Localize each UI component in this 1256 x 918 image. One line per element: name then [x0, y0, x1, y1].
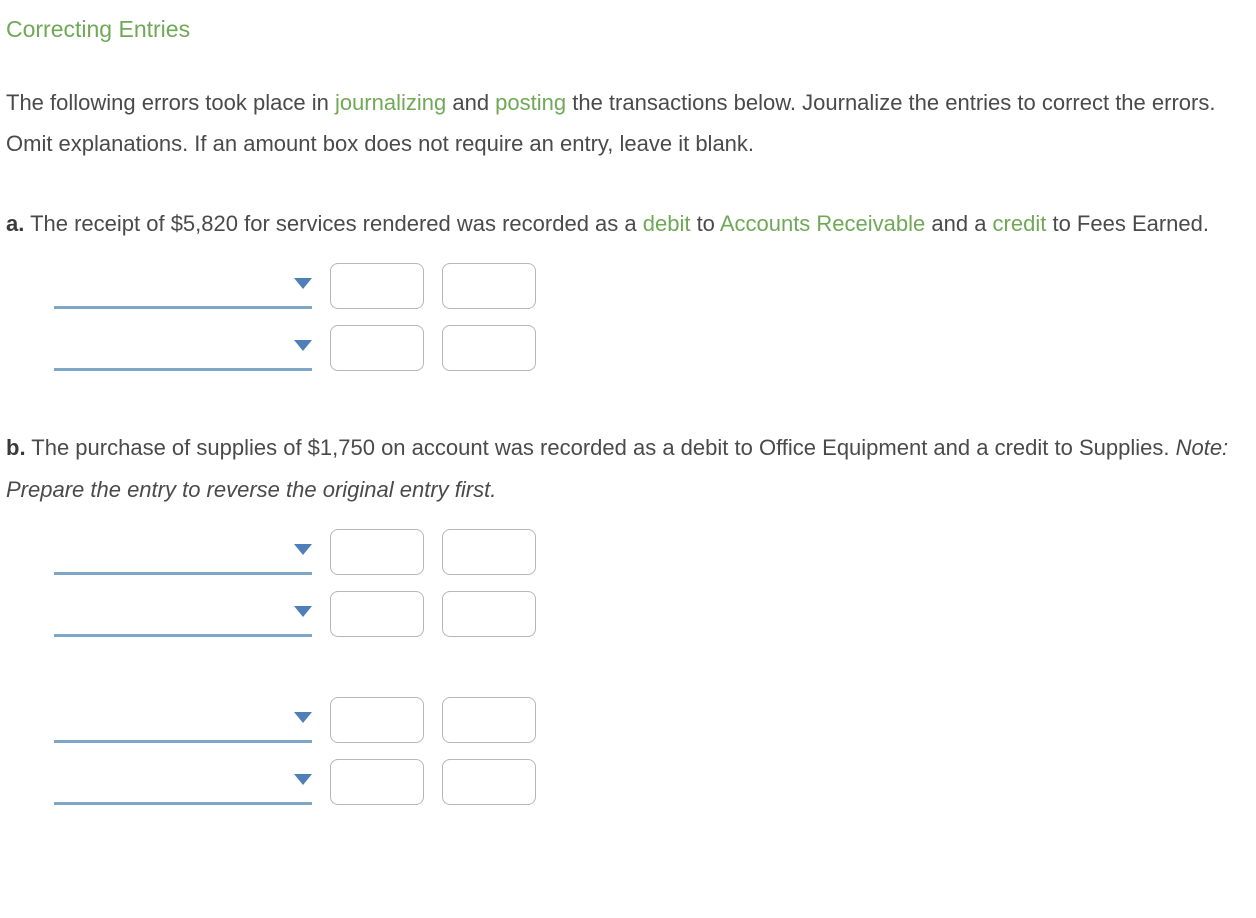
account-field[interactable] [54, 703, 288, 738]
entry-group-a [54, 263, 1250, 371]
entry-row [54, 263, 1250, 309]
problem-a-part1: The receipt of $5,820 for services rende… [24, 211, 642, 236]
page-title: Correcting Entries [6, 8, 1250, 52]
account-dropdown[interactable] [54, 597, 312, 637]
entry-row [54, 697, 1250, 743]
debit-amount-input[interactable] [330, 591, 424, 637]
link-credit[interactable]: credit [993, 211, 1047, 236]
entry-group-b1 [54, 529, 1250, 637]
chevron-down-icon [294, 544, 312, 555]
credit-amount-input[interactable] [442, 759, 536, 805]
account-field[interactable] [54, 597, 288, 632]
account-dropdown[interactable] [54, 703, 312, 743]
spacer [6, 663, 1250, 697]
problem-a-text: a. The receipt of $5,820 for services re… [6, 203, 1250, 245]
account-field[interactable] [54, 535, 288, 570]
account-field[interactable] [54, 331, 288, 366]
account-dropdown[interactable] [54, 765, 312, 805]
intro-paragraph: The following errors took place in journ… [6, 82, 1250, 166]
credit-amount-input[interactable] [442, 325, 536, 371]
problem-a-label: a. [6, 211, 24, 236]
chevron-down-icon [294, 712, 312, 723]
entry-row [54, 759, 1250, 805]
link-posting[interactable]: posting [495, 90, 566, 115]
problem-a-part4: to Fees Earned. [1046, 211, 1209, 236]
debit-amount-input[interactable] [330, 529, 424, 575]
credit-amount-input[interactable] [442, 697, 536, 743]
link-debit[interactable]: debit [643, 211, 691, 236]
problem-b-text: b. The purchase of supplies of $1,750 on… [6, 427, 1250, 511]
problem-b-label: b. [6, 435, 26, 460]
debit-amount-input[interactable] [330, 325, 424, 371]
debit-amount-input[interactable] [330, 759, 424, 805]
debit-amount-input[interactable] [330, 263, 424, 309]
link-accounts-receivable[interactable]: Accounts Receivable [720, 211, 925, 236]
problem-a-part3: and a [925, 211, 992, 236]
chevron-down-icon [294, 774, 312, 785]
chevron-down-icon [294, 278, 312, 289]
account-field[interactable] [54, 269, 288, 304]
entry-row [54, 591, 1250, 637]
debit-amount-input[interactable] [330, 697, 424, 743]
problem-a-part2: to [690, 211, 719, 236]
entry-row [54, 325, 1250, 371]
intro-text-1: The following errors took place in [6, 90, 335, 115]
account-dropdown[interactable] [54, 269, 312, 309]
intro-text-2: and [446, 90, 495, 115]
problem-b-part1: The purchase of supplies of $1,750 on ac… [26, 435, 1176, 460]
credit-amount-input[interactable] [442, 263, 536, 309]
entry-row [54, 529, 1250, 575]
account-field[interactable] [54, 765, 288, 800]
credit-amount-input[interactable] [442, 529, 536, 575]
account-dropdown[interactable] [54, 331, 312, 371]
account-dropdown[interactable] [54, 535, 312, 575]
entry-group-b2 [54, 697, 1250, 805]
chevron-down-icon [294, 340, 312, 351]
credit-amount-input[interactable] [442, 591, 536, 637]
chevron-down-icon [294, 606, 312, 617]
link-journalizing[interactable]: journalizing [335, 90, 446, 115]
